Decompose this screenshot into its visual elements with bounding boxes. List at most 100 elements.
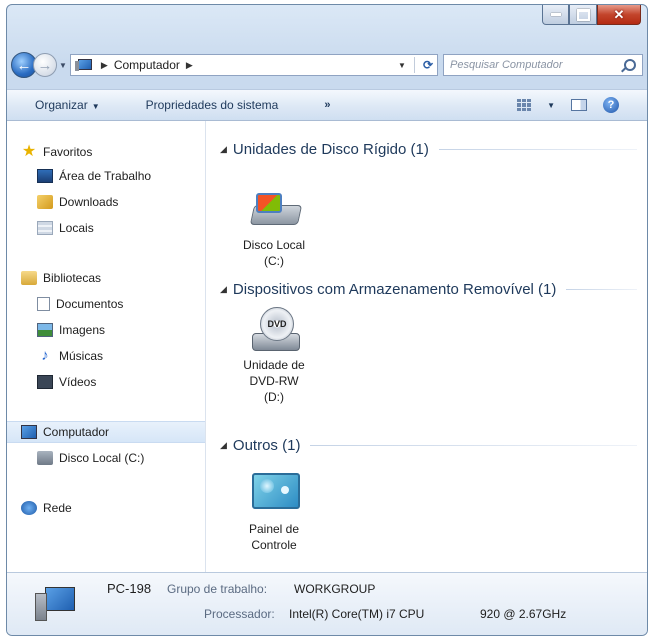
close-icon: ✕ — [613, 6, 625, 22]
sidebar-item-label: Área de Trabalho — [59, 169, 152, 183]
caption-buttons: ✕ — [542, 5, 641, 25]
sidebar-item-downloads[interactable]: Downloads — [7, 191, 205, 213]
preview-pane-icon[interactable] — [571, 99, 587, 111]
minimize-button[interactable] — [542, 5, 569, 25]
group-header-hard-disks[interactable]: ◢ Unidades de Disco Rígido (1) — [220, 139, 637, 159]
collapse-triangle-icon[interactable]: ◢ — [220, 440, 227, 451]
collapse-triangle-icon[interactable]: ◢ — [220, 284, 227, 295]
sidebar-item-label: Músicas — [59, 349, 104, 363]
group-header-removable[interactable]: ◢ Dispositivos com Armazenamento Removív… — [220, 279, 637, 299]
group-divider — [566, 288, 637, 290]
refresh-icon[interactable]: ⟳ — [423, 58, 433, 72]
item-control-panel[interactable]: Painel de Controle — [234, 471, 314, 553]
more-commands-button[interactable]: » — [324, 99, 330, 111]
item-label: Controle — [251, 538, 297, 552]
breadcrumb-computer[interactable]: Computador — [114, 58, 180, 72]
sidebar-item-local-disk[interactable]: Disco Local (C:) — [7, 447, 205, 469]
sidebar-item-documents[interactable]: Documentos — [7, 293, 205, 315]
organize-label: Organizar — [35, 98, 88, 112]
item-label: Painel de — [248, 522, 300, 536]
maximize-icon — [576, 8, 590, 21]
drive-item-local-disk[interactable]: Disco Local (C:) — [234, 187, 314, 269]
sidebar-item-places[interactable]: Locais — [7, 217, 205, 239]
sidebar-item-label: Vídeos — [59, 375, 97, 389]
sidebar-item-libraries[interactable]: Bibliotecas — [7, 267, 205, 289]
sidebar-item-label: Computador — [43, 425, 110, 439]
content-area: ★ Favoritos Área de Trabalho Downloads Lo… — [7, 121, 647, 573]
item-label: (C:) — [264, 254, 284, 268]
help-icon[interactable]: ? — [603, 97, 619, 113]
document-icon — [37, 297, 50, 311]
music-note-icon: ♪ — [41, 347, 49, 364]
change-view-icon[interactable] — [517, 99, 532, 111]
processor-label: Processador: — [204, 607, 275, 621]
desktop-icon — [37, 169, 53, 183]
address-bar[interactable]: ▶ Computador ▶ ▼ ⟳ — [69, 54, 438, 76]
collapse-triangle-icon[interactable]: ◢ — [220, 144, 227, 155]
group-divider — [438, 148, 637, 150]
video-icon — [37, 375, 53, 389]
minimize-icon — [550, 13, 561, 16]
navigation-pane: ★ Favoritos Área de Trabalho Downloads Lo… — [7, 121, 206, 573]
system-properties-button[interactable]: Propriedades do sistema — [146, 98, 279, 112]
downloads-folder-icon — [37, 195, 53, 209]
file-list-pane: ◢ Unidades de Disco Rígido (1) Disco Loc… — [206, 121, 647, 573]
recent-pages-dropdown[interactable]: ▼ — [59, 61, 67, 70]
forward-arrow-icon: → — [37, 56, 53, 74]
view-options-dropdown[interactable]: ▼ — [547, 101, 555, 110]
computer-icon — [35, 587, 75, 621]
command-bar: Organizar ▼ Propriedades do sistema » ▼ ? — [7, 89, 647, 121]
organize-button[interactable]: Organizar ▼ — [35, 98, 100, 112]
control-panel-icon — [246, 471, 302, 515]
address-dropdown-icon[interactable]: ▼ — [398, 61, 406, 70]
pictures-icon — [37, 323, 53, 337]
item-label: DVD-RW — [249, 374, 299, 388]
sidebar-item-desktop[interactable]: Área de Trabalho — [7, 165, 205, 187]
maximize-button[interactable] — [569, 5, 597, 25]
processor-speed: 920 @ 2.67GHz — [480, 607, 567, 621]
sidebar-item-label: Downloads — [59, 195, 119, 209]
details-pane: PC-198 Grupo de trabalho: WORKGROUP Proc… — [7, 572, 647, 635]
drive-item-dvd[interactable]: Unidade de DVD-RW (D:) — [234, 307, 314, 405]
item-label: Unidade de — [243, 358, 305, 372]
hard-disk-icon — [246, 187, 302, 231]
sidebar-item-label: Documentos — [56, 297, 124, 311]
explorer-window: ✕ ← → ▼ ▶ Computador ▶ ▼ ⟳ Pesquisar Com… — [6, 4, 648, 636]
computer-name: PC-198 — [107, 581, 152, 596]
address-separator — [413, 57, 415, 73]
address-row: ← → ▼ ▶ Computador ▶ ▼ ⟳ Pesquisar Compu… — [11, 51, 643, 79]
recent-places-icon — [37, 221, 53, 235]
sidebar-item-computer[interactable]: Computador — [7, 421, 205, 443]
sidebar-item-label: Imagens — [59, 323, 106, 337]
hard-disk-icon — [37, 451, 53, 465]
title-bar[interactable]: ✕ — [7, 5, 647, 43]
search-icon[interactable] — [624, 59, 636, 71]
sidebar-item-label: Disco Local (C:) — [59, 451, 145, 465]
dvd-drive-icon — [246, 307, 302, 351]
sidebar-item-music[interactable]: ♪ Músicas — [7, 345, 205, 367]
search-placeholder: Pesquisar Computador — [450, 59, 563, 71]
chevron-down-icon: ▼ — [91, 102, 100, 111]
breadcrumb-arrow-icon[interactable]: ▶ — [186, 60, 193, 71]
breadcrumb-arrow-icon[interactable]: ▶ — [101, 60, 108, 71]
forward-button[interactable]: → — [33, 53, 57, 77]
workgroup-value: WORKGROUP — [294, 582, 376, 596]
toolbar-right: ▼ ? — [517, 97, 619, 113]
sidebar-item-label: Locais — [59, 221, 94, 235]
sidebar-item-label: Bibliotecas — [43, 271, 102, 285]
item-label: (D:) — [264, 390, 284, 404]
sidebar-item-label: Favoritos — [43, 145, 93, 159]
sidebar-item-images[interactable]: Imagens — [7, 319, 205, 341]
sidebar-item-favorites[interactable]: ★ Favoritos — [7, 141, 205, 163]
item-label: Disco Local — [242, 238, 306, 252]
group-header-others[interactable]: ◢ Outros (1) — [220, 435, 637, 455]
close-button[interactable]: ✕ — [597, 5, 641, 25]
group-title: Unidades de Disco Rígido (1) — [232, 140, 429, 158]
search-input[interactable]: Pesquisar Computador — [443, 54, 643, 76]
computer-icon — [74, 58, 92, 72]
group-title: Dispositivos com Armazenamento Removível… — [232, 280, 557, 298]
computer-icon — [21, 425, 37, 439]
star-icon: ★ — [21, 143, 37, 160]
sidebar-item-videos[interactable]: Vídeos — [7, 371, 205, 393]
sidebar-item-network[interactable]: Rede — [7, 497, 205, 519]
